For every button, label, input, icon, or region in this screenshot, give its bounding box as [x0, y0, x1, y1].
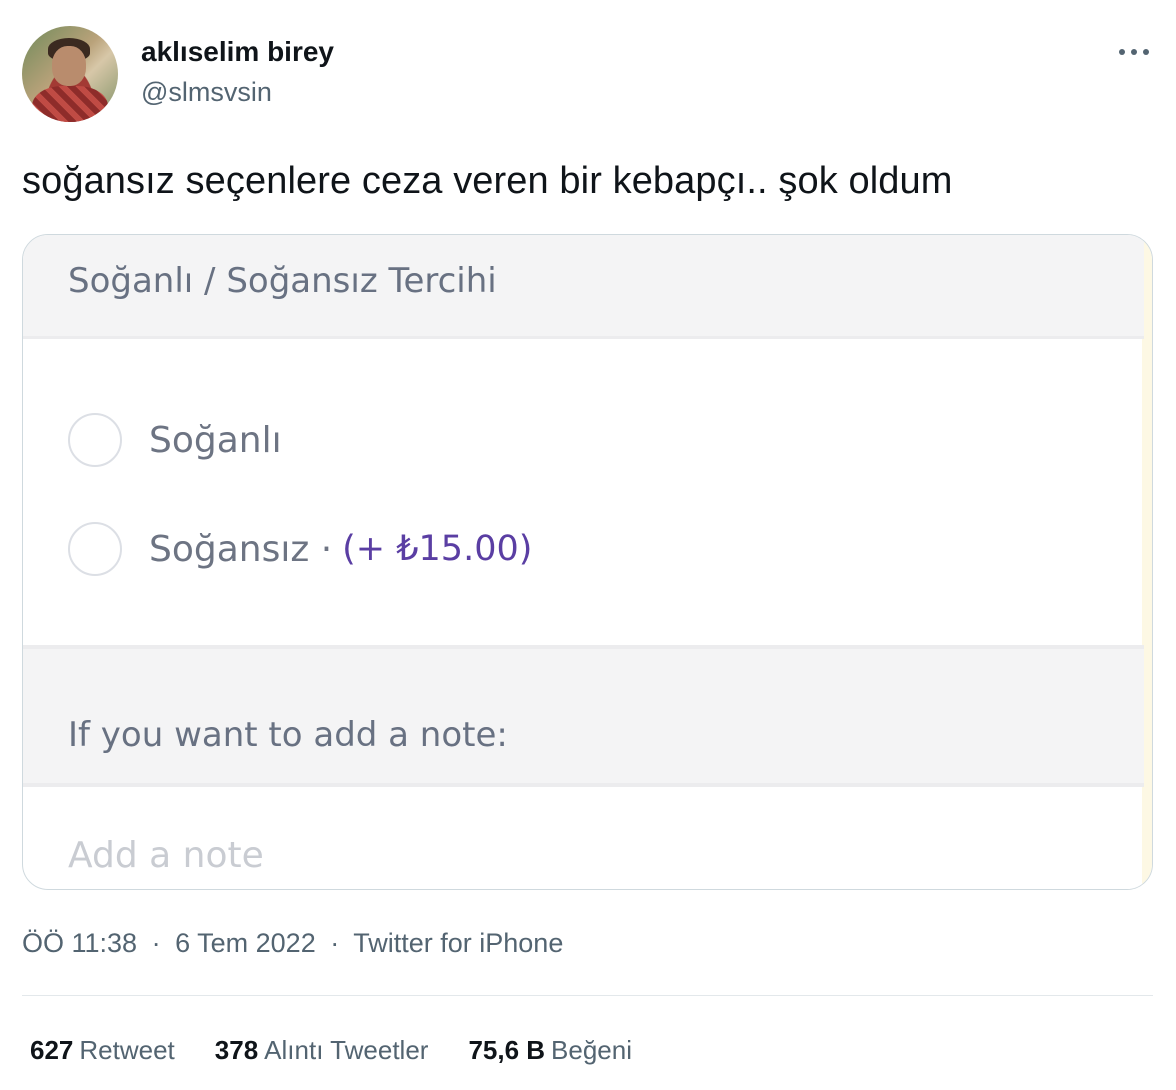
option-with-onion: Soğanlı [68, 413, 282, 467]
divider [22, 995, 1153, 996]
preference-header: Soğanlı / Soğansız Tercihi [23, 235, 1144, 339]
tweet-source[interactable]: Twitter for iPhone [353, 928, 563, 958]
option-without-onion: Soğansız · (+ ₺15.00) [68, 522, 532, 576]
radio-button-icon [68, 522, 122, 576]
user-handle[interactable]: @slmsvsin [141, 77, 272, 108]
option-label: Soğansız · [149, 528, 333, 570]
avatar[interactable] [22, 26, 118, 122]
quote-tweet-count[interactable]: 378 Alıntı Tweetler [215, 1035, 429, 1066]
tweet-date[interactable]: 6 Tem 2022 [175, 928, 316, 958]
like-count[interactable]: 75,6 B Beğeni [468, 1035, 632, 1066]
tweet-stats: 627 Retweet 378 Alıntı Tweetler 75,6 B Beğe… [30, 1035, 672, 1066]
preference-title: Soğanlı / Soğansız Tercihi [68, 261, 497, 301]
tweet-text: soğansız seçenlere ceza veren bir kebapç… [22, 160, 953, 202]
avatar-face [52, 46, 86, 86]
note-title: If you want to add a note: [68, 715, 508, 755]
tweet-meta: ÖÖ 11:38 · 6 Tem 2022 · Twitter for iPho… [22, 928, 563, 959]
meta-separator: · [330, 928, 340, 958]
retweet-count[interactable]: 627 Retweet [30, 1035, 175, 1066]
tweet-media-image[interactable]: Soğanlı / Soğansız Tercihi Soğanlı Soğan… [22, 234, 1153, 890]
avatar-shirt [32, 86, 108, 122]
meta-separator: · [151, 928, 161, 958]
option-label: Soğanlı [149, 419, 282, 461]
radio-button-icon [68, 413, 122, 467]
tweet-time[interactable]: ÖÖ 11:38 [22, 928, 137, 958]
option-price: (+ ₺15.00) [342, 529, 533, 569]
note-placeholder: Add a note [68, 835, 264, 876]
more-options-icon[interactable] [1116, 38, 1152, 66]
note-header: If you want to add a note: [23, 645, 1144, 787]
display-name[interactable]: aklıselim birey [141, 36, 334, 68]
